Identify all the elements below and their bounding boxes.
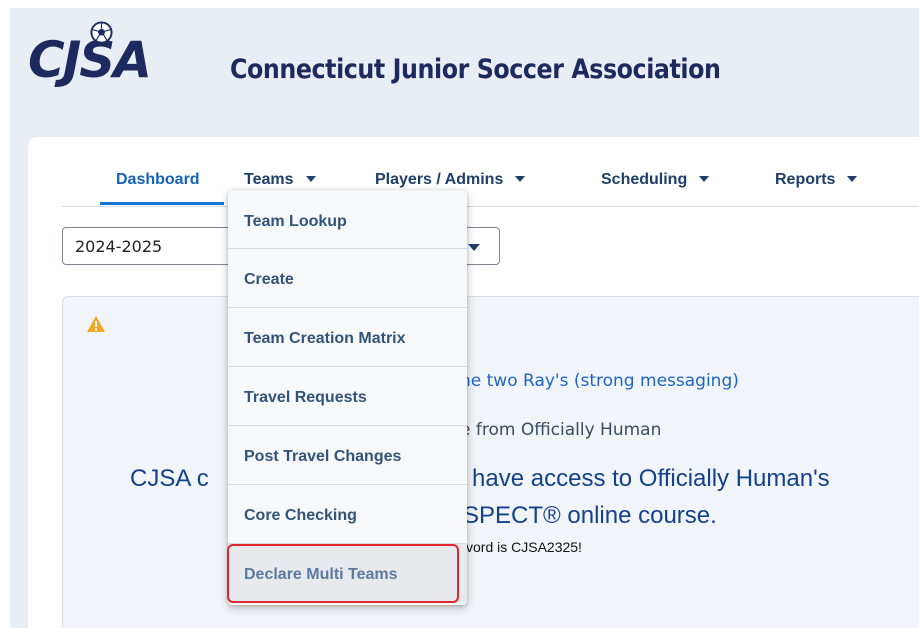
nav-item-label: Dashboard xyxy=(116,171,200,188)
chevron-down-icon[interactable] xyxy=(468,244,480,251)
soccer-ball-icon xyxy=(90,21,113,44)
nav-item-reports[interactable]: Reports xyxy=(775,171,858,189)
active-tab-indicator xyxy=(100,202,224,205)
site-title: Connecticut Junior Soccer Association xyxy=(230,54,721,85)
nav-item-label: Scheduling xyxy=(601,171,688,188)
nav-item-label: Reports xyxy=(775,171,836,188)
highlight-box xyxy=(227,544,459,603)
menu-item-label: Create xyxy=(244,271,294,288)
nav-item-label: Players / Admins xyxy=(375,171,504,188)
nav-item-players-admins[interactable]: Players / Admins xyxy=(375,171,526,189)
menu-item-post-travel-changes[interactable]: Post Travel Changes xyxy=(228,426,467,485)
menu-item-team-lookup[interactable]: Team Lookup xyxy=(228,190,467,249)
logo-text: CJSA xyxy=(28,31,152,89)
warning-icon xyxy=(87,316,105,332)
announcement-heading-start: CJSA c xyxy=(130,465,209,492)
nav-item-scheduling[interactable]: Scheduling xyxy=(601,171,710,189)
menu-item-travel-requests[interactable]: Travel Requests xyxy=(228,367,467,426)
main-nav: Dashboard Teams Players / Admins Schedul… xyxy=(62,164,919,207)
menu-item-core-checking[interactable]: Core Checking xyxy=(228,485,467,544)
announcement-panel xyxy=(62,296,919,628)
announcement-link[interactable]: he two Ray's (strong messaging) xyxy=(460,371,739,391)
menu-item-create[interactable]: Create xyxy=(228,249,467,308)
menu-item-label: Team Creation Matrix xyxy=(244,330,406,347)
chevron-down-icon xyxy=(699,176,710,182)
menu-item-team-creation-matrix[interactable]: Team Creation Matrix xyxy=(228,308,467,367)
nav-item-dashboard[interactable]: Dashboard xyxy=(116,171,200,189)
nav-item-label: Teams xyxy=(244,171,294,188)
chevron-down-icon xyxy=(847,176,858,182)
chevron-down-icon xyxy=(305,176,316,182)
announcement-subtitle: e from Officially Human xyxy=(460,420,662,440)
nav-item-teams[interactable]: Teams xyxy=(244,171,316,189)
teams-dropdown-menu: Team Lookup Create Team Creation Matrix … xyxy=(228,190,467,605)
chevron-down-icon xyxy=(515,176,526,182)
menu-item-label: Post Travel Changes xyxy=(244,448,402,465)
announcement-heading-end: ; have access to Officially Human's xyxy=(458,465,830,492)
menu-item-label: Core Checking xyxy=(244,507,357,524)
announcement-heading-line2: SPECT® online course. xyxy=(463,502,717,529)
season-select-value: 2024-2025 xyxy=(75,237,163,256)
menu-item-label: Team Lookup xyxy=(244,213,347,230)
menu-item-label: Travel Requests xyxy=(244,389,367,406)
announcement-password-note: vord is CJSA2325! xyxy=(466,539,582,555)
